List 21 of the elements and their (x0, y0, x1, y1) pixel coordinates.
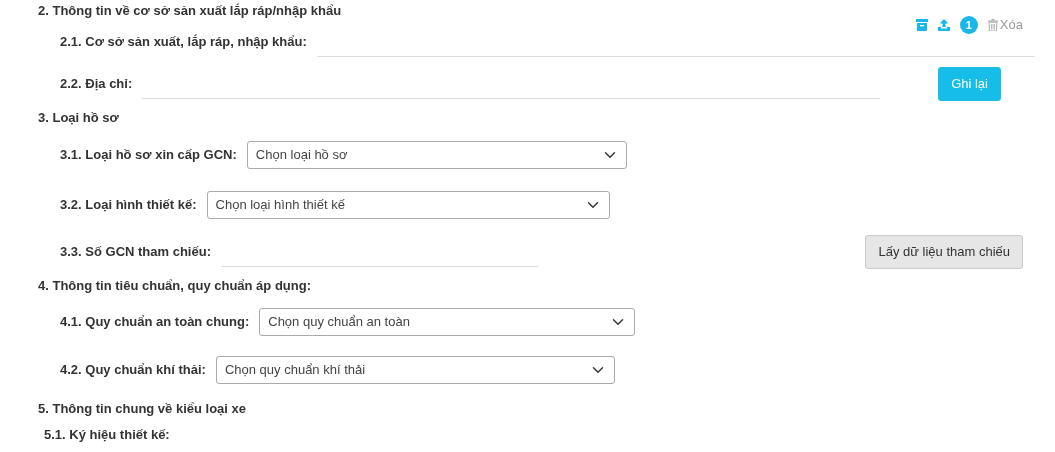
section-heading: 3. Loại hồ sơ (38, 109, 120, 127)
section-heading: 5. Thông tin chung về kiểu loại xe (38, 400, 248, 418)
field-label: 3.3. Số GCN tham chiếu: (60, 243, 211, 262)
field-label: 4.2. Quy chuẩn khí thải: (60, 361, 206, 380)
field-label: 3.2. Loại hình thiết kế: (60, 196, 197, 215)
section-heading: 2. Thông tin về cơ sở sản xuất lắp ráp/nhập khẩu (38, 2, 343, 20)
trash-icon (987, 18, 998, 31)
section-heading: 4. Thông tin tiêu chuẩn, quy chuẩn áp dụng: (38, 277, 312, 295)
upload-icon[interactable] (937, 18, 950, 31)
archive-icon[interactable] (915, 18, 928, 31)
select-field[interactable]: Chọn loại hồ sơ (246, 141, 627, 169)
field-label: 2.1. Cơ sở sản xuất, lắp ráp, nhập khẩu: (60, 33, 307, 52)
count-badge: 1 (959, 15, 978, 34)
select-field[interactable]: Chọn loại hình thiết kế (206, 191, 610, 219)
field-label: 4.1. Quy chuẩn an toàn chung: (60, 313, 250, 332)
select-field[interactable]: Chọn quy chuẩn an toàn (259, 308, 635, 336)
field-label: 3.1. Loại hồ sơ xin cấp GCN: (60, 146, 237, 165)
field-label: 5.1. Ký hiệu thiết kế: (44, 426, 170, 445)
action-button[interactable]: Lấy dữ liệu tham chiếu (865, 235, 1023, 269)
field-label: 2.2. Địa chỉ: (60, 75, 133, 94)
select-field[interactable]: Chọn quy chuẩn khí thải (215, 356, 615, 384)
